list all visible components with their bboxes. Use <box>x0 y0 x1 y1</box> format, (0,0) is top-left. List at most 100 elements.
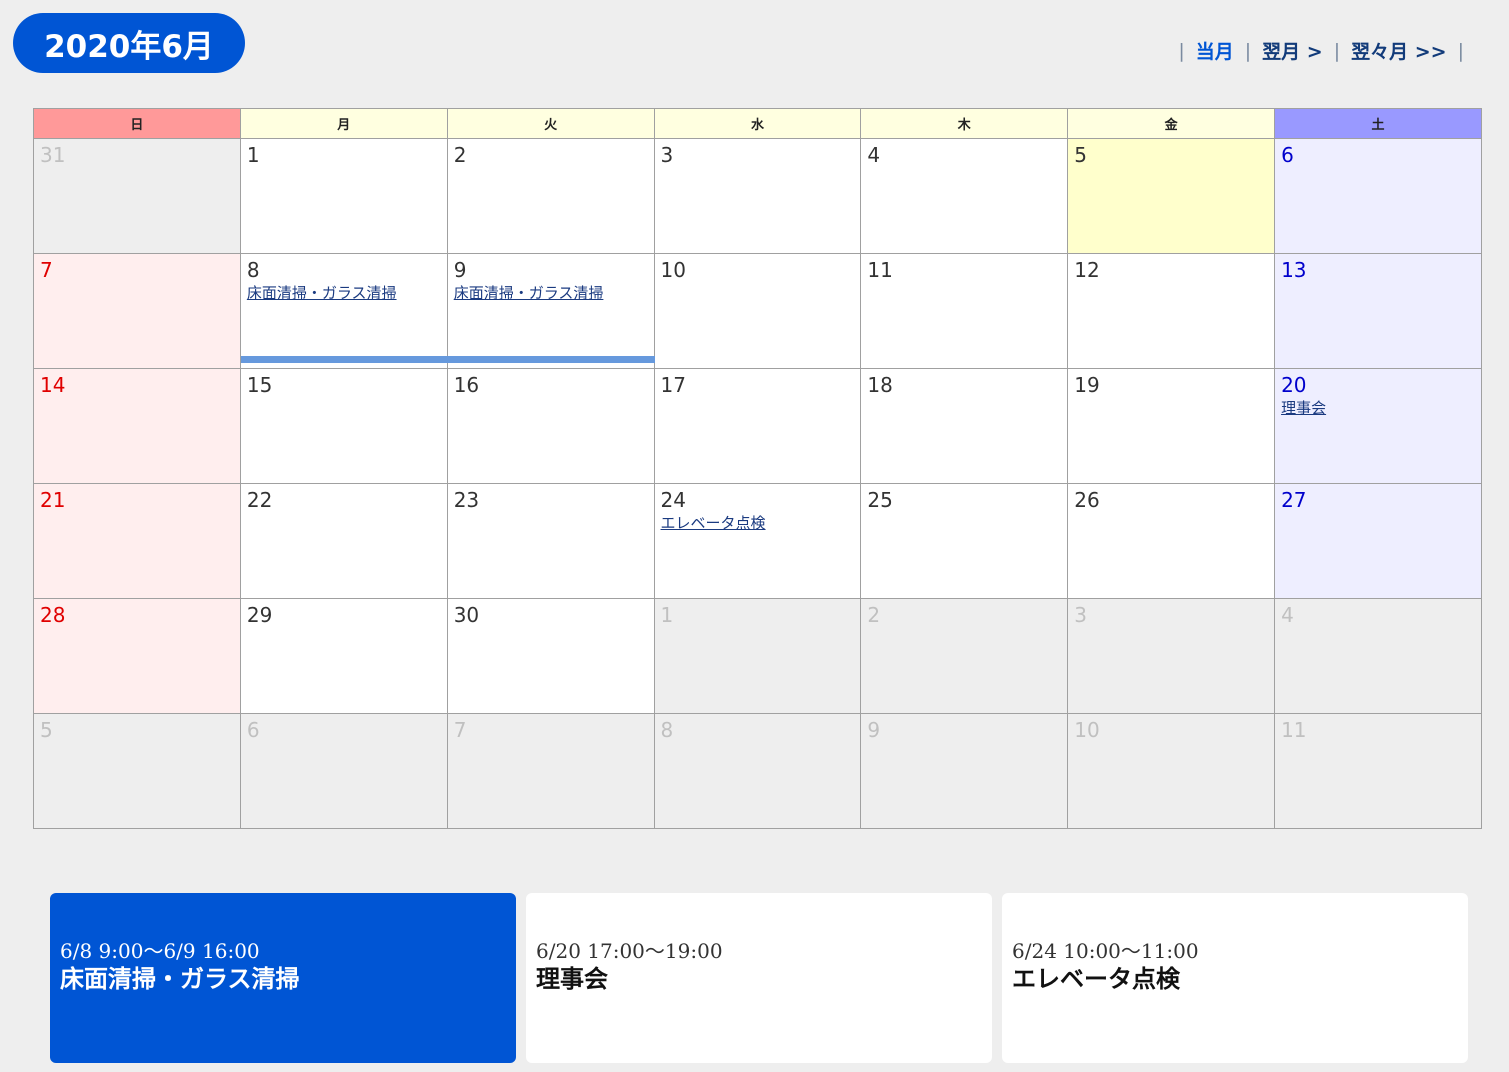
day-number: 10 <box>1074 718 1100 742</box>
day-number: 28 <box>40 603 66 627</box>
nav-next-month[interactable]: 翌月 > <box>1262 37 1323 64</box>
calendar-day-cell: 1 <box>239 138 448 254</box>
event-card-time: 6/24 10:00〜11:00 <box>1012 939 1199 963</box>
day-number: 6 <box>1281 143 1294 167</box>
calendar-week-row: 31 1 2 3 4 5 6 <box>33 138 1482 254</box>
calendar-day-cell: 31 <box>33 138 241 254</box>
calendar-grid: 日 月 火 水 木 金 土 31 1 2 3 4 5 6 7 8 床面清掃・ガラス清掃 9 床面清掃・… <box>33 108 1482 829</box>
calendar-day-cell: 21 <box>33 483 241 599</box>
calendar-day-cell: 17 <box>653 368 862 484</box>
day-number: 11 <box>867 258 893 282</box>
calendar-day-cell: 9 <box>860 713 1069 829</box>
month-title: 2020年6月 <box>13 13 245 73</box>
calendar-event-link[interactable]: 理事会 <box>1281 399 1481 417</box>
event-card-title: 理事会 <box>536 965 608 993</box>
event-card-title: エレベータ点検 <box>1012 965 1180 993</box>
day-number: 15 <box>246 373 273 397</box>
nav-separator: | <box>1244 39 1252 62</box>
calendar-day-cell: 4 <box>1274 598 1482 714</box>
day-number: 20 <box>1281 373 1307 397</box>
event-card-time: 6/20 17:00〜19:00 <box>536 939 723 963</box>
calendar-day-cell: 16 <box>446 368 655 484</box>
nav-separator: | <box>1333 39 1341 62</box>
day-number: 4 <box>867 143 881 167</box>
calendar-day-cell: 5 <box>1067 138 1276 254</box>
calendar-day-cell: 25 <box>860 483 1069 599</box>
day-number: 8 <box>660 718 674 742</box>
calendar-day-cell: 6 <box>239 713 448 829</box>
event-card[interactable]: 6/24 10:00〜11:00 エレベータ点検 <box>1002 893 1468 1063</box>
calendar-day-cell: 2 <box>446 138 655 254</box>
day-number: 18 <box>867 373 893 397</box>
event-card[interactable]: 6/20 17:00〜19:00 理事会 <box>526 893 992 1063</box>
calendar-day-cell: 23 <box>446 483 655 599</box>
day-number: 13 <box>1281 258 1307 282</box>
calendar-event-link[interactable]: 床面清掃・ガラス清掃 <box>247 284 447 302</box>
calendar-day-cell: 28 <box>33 598 241 714</box>
calendar-day-cell: 12 <box>1067 253 1276 369</box>
weekday-friday: 金 <box>1067 108 1276 139</box>
nav-month-after-next[interactable]: 翌々月 >> <box>1351 37 1446 64</box>
calendar-week-row: 5 6 7 8 9 10 11 <box>33 713 1482 829</box>
nav-current-month[interactable]: 当月 <box>1196 37 1234 64</box>
day-number: 31 <box>40 143 66 167</box>
day-number: 14 <box>40 373 66 397</box>
calendar-day-cell: 2 <box>860 598 1069 714</box>
calendar-day-cell: 5 <box>33 713 241 829</box>
day-number: 27 <box>1281 488 1307 512</box>
weekday-saturday: 土 <box>1274 108 1482 139</box>
calendar-day-cell: 3 <box>653 138 862 254</box>
calendar-event-link[interactable]: エレベータ点検 <box>661 514 861 532</box>
day-number: 17 <box>660 373 686 397</box>
event-card-time: 6/8 9:00〜6/9 16:00 <box>60 939 260 963</box>
calendar-day-cell: 30 <box>446 598 655 714</box>
day-number: 5 <box>40 718 53 742</box>
day-number: 19 <box>1074 373 1100 397</box>
day-number: 7 <box>453 718 467 742</box>
calendar-day-cell: 11 <box>860 253 1069 369</box>
calendar-day-cell: 24 エレベータ点検 <box>653 483 862 599</box>
day-number: 7 <box>40 258 53 282</box>
calendar-day-cell: 14 <box>33 368 241 484</box>
day-number: 11 <box>1281 718 1307 742</box>
calendar-day-cell: 9 床面清掃・ガラス清掃 <box>446 253 655 369</box>
calendar-day-cell: 7 <box>446 713 655 829</box>
weekday-tuesday: 火 <box>446 108 655 139</box>
day-number: 1 <box>660 603 674 627</box>
day-number: 16 <box>453 373 480 397</box>
day-number: 12 <box>1074 258 1100 282</box>
day-number: 23 <box>453 488 480 512</box>
event-span-bar <box>447 356 655 363</box>
calendar-week-row: 14 15 16 17 18 19 20 理事会 <box>33 368 1482 484</box>
day-number: 4 <box>1281 603 1294 627</box>
calendar-week-row: 7 8 床面清掃・ガラス清掃 9 床面清掃・ガラス清掃 10 11 12 13 <box>33 253 1482 369</box>
nav-separator: | <box>1178 39 1185 62</box>
weekday-thursday: 木 <box>860 108 1069 139</box>
day-number: 30 <box>453 603 480 627</box>
calendar-day-cell: 4 <box>860 138 1069 254</box>
calendar-week-row: 28 29 30 1 2 3 4 <box>33 598 1482 714</box>
calendar-day-cell: 1 <box>653 598 862 714</box>
day-number: 1 <box>246 143 260 167</box>
calendar-day-cell: 27 <box>1274 483 1482 599</box>
day-number: 5 <box>1074 143 1087 167</box>
calendar-day-cell: 22 <box>239 483 448 599</box>
weekday-monday: 月 <box>239 108 448 139</box>
calendar-day-cell: 18 <box>860 368 1069 484</box>
day-number: 9 <box>453 258 467 282</box>
day-number: 3 <box>660 143 674 167</box>
calendar-day-cell: 6 <box>1274 138 1482 254</box>
event-card[interactable]: 6/8 9:00〜6/9 16:00 床面清掃・ガラス清掃 <box>50 893 516 1063</box>
weekday-sunday: 日 <box>33 108 241 139</box>
day-number: 9 <box>867 718 881 742</box>
calendar-day-cell: 3 <box>1067 598 1276 714</box>
calendar-event-link[interactable]: 床面清掃・ガラス清掃 <box>454 284 654 302</box>
day-number: 6 <box>246 718 260 742</box>
calendar-day-cell: 19 <box>1067 368 1276 484</box>
calendar-day-cell: 7 <box>33 253 241 369</box>
day-number: 2 <box>867 603 881 627</box>
calendar-day-cell: 8 <box>653 713 862 829</box>
calendar-day-cell: 11 <box>1274 713 1482 829</box>
calendar-day-cell: 10 <box>653 253 862 369</box>
day-number: 25 <box>867 488 893 512</box>
